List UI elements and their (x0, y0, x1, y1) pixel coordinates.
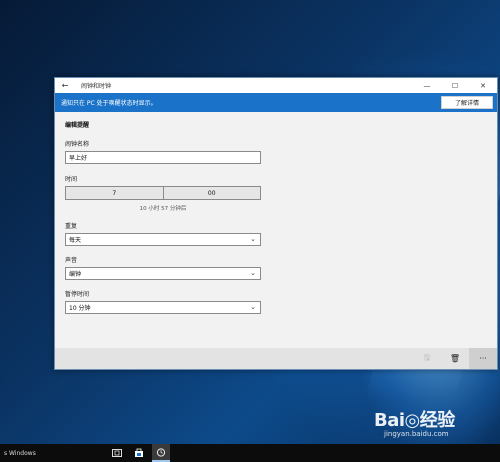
sound-label: 声音 (65, 257, 78, 264)
store-icon[interactable] (130, 444, 148, 462)
repeat-select[interactable]: 每天 ⌄ (65, 233, 261, 246)
window-title: 闹钟和时钟 (81, 83, 112, 90)
taskbar-start-text[interactable]: s Windows (0, 450, 104, 457)
command-bar: 🖫 🗑 ··· (55, 348, 497, 369)
window-controls: — ☐ ✕ (413, 78, 497, 93)
section-title: 编辑提醒 (65, 122, 90, 129)
sound-select[interactable]: 编钟 ⌄ (65, 267, 261, 280)
task-view-icon[interactable] (108, 444, 126, 462)
baidu-logo: Bai◎经验 (374, 410, 455, 431)
minimize-icon[interactable]: — (413, 78, 441, 93)
baidu-watermark: Bai◎经验 jingyan.baidu.com (374, 406, 455, 438)
minute-field[interactable]: 00 (162, 187, 261, 199)
taskbar: s Windows (0, 444, 500, 462)
snooze-label: 暂停时间 (65, 291, 90, 298)
time-picker[interactable]: 7 00 (65, 186, 261, 200)
baidu-url: jingyan.baidu.com (384, 430, 449, 438)
chevron-down-icon: ⌄ (250, 235, 256, 243)
maximize-icon[interactable]: ☐ (441, 78, 469, 93)
close-icon[interactable]: ✕ (469, 78, 497, 93)
more-icon[interactable]: ··· (469, 348, 497, 369)
repeat-value: 每天 (69, 237, 82, 244)
chevron-down-icon: ⌄ (250, 269, 256, 277)
task-view-glyph (112, 449, 122, 457)
store-glyph (135, 448, 143, 457)
time-label: 时间 (65, 176, 78, 183)
save-icon[interactable]: 🖫 (413, 348, 441, 369)
time-remaining-text: 10 小时 57 分钟后 (139, 206, 187, 212)
alarm-clock-taskbar-icon[interactable] (152, 444, 170, 462)
repeat-label: 重复 (65, 223, 78, 230)
hour-field[interactable]: 7 (66, 187, 163, 199)
back-icon[interactable]: ← (55, 78, 75, 93)
sound-value: 编钟 (69, 271, 82, 278)
notification-bar: 通知只在 PC 处于唤醒状态时显示。 了解详情 (55, 93, 497, 112)
alarm-name-input[interactable]: 早上好 (65, 151, 261, 164)
edit-alarm-form: 编辑提醒 闹钟名称 早上好 时间 7 00 10 小时 57 分钟后 重复 每天… (55, 112, 497, 320)
title-bar: ← 闹钟和时钟 — ☐ ✕ (55, 78, 497, 93)
learn-more-button[interactable]: 了解详情 (441, 96, 493, 109)
alarm-app-window: ← 闹钟和时钟 — ☐ ✕ 通知只在 PC 处于唤醒状态时显示。 了解详情 编辑… (54, 77, 498, 370)
delete-icon[interactable]: 🗑 (441, 348, 469, 369)
notification-text: 通知只在 PC 处于唤醒状态时显示。 (61, 100, 157, 107)
snooze-value: 10 分钟 (69, 305, 91, 312)
snooze-select[interactable]: 10 分钟 ⌄ (65, 301, 261, 314)
chevron-down-icon: ⌄ (250, 303, 256, 311)
alarm-name-label: 闹钟名称 (65, 141, 90, 148)
alarm-glyph (156, 448, 166, 457)
